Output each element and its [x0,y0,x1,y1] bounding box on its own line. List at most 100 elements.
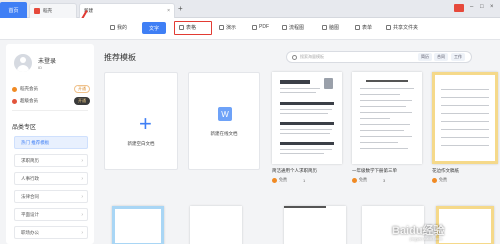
template-thumbnail[interactable] [284,206,346,244]
sidebar: 未登录 ID 稻壳会员 开通 超级会员 开通 品类专区 热门 推荐模板 求职简历… [6,44,94,244]
tool-doc-button[interactable]: 文字 [142,22,166,34]
sidebar-item-legal[interactable]: 法律合同 › [14,190,88,203]
folder-icon [386,25,391,30]
text-line [360,130,404,131]
title-line [366,80,408,82]
tool-share[interactable]: 共享文件夹 [386,24,418,31]
close-icon[interactable]: × [167,8,170,14]
tool-form[interactable]: 表单 [355,24,372,31]
resume-title-block [280,80,310,84]
search-chip[interactable]: 合同 [434,53,448,61]
tab-bar: 首页 稻壳 新建 × + – □ × [0,0,500,18]
add-tab-button[interactable]: + [178,4,183,13]
member-row-daoke: 稻壳会员 开通 [12,84,90,94]
sidebar-item-office[interactable]: 职场办公 › [14,226,88,239]
text-line [441,129,489,130]
new-online-doc-card[interactable]: W 新建在线文档 [188,72,260,170]
tool-flow-label: 流程图 [289,25,305,31]
user-name[interactable]: 未登录 [38,56,56,65]
sidebar-item-hr[interactable]: 人事行政 › [14,172,88,185]
text-line [280,88,320,89]
template-thumbnail[interactable] [112,206,164,244]
table-icon [179,25,184,30]
chevron-right-icon: › [81,212,83,218]
sidebar-item-label: 平面设计 [21,211,39,217]
daoke-icon [352,177,357,183]
sidebar-item-design[interactable]: 平面设计 › [14,208,88,221]
sidebar-item-label: 热门 推荐模板 [21,139,50,145]
member2-open-button[interactable]: 开通 [74,97,90,105]
form-icon [355,25,360,30]
text-line [360,88,414,89]
tool-table[interactable]: 表格 [179,24,196,31]
section-header-bar [280,142,334,145]
daoke-icon [272,177,277,183]
sidebar-item-resume[interactable]: 求职简历 › [14,154,88,167]
template-thumbnail[interactable] [432,72,498,164]
template-count: 1 [303,177,306,183]
search-chip[interactable]: 工作 [451,53,465,61]
new-blank-doc-card[interactable]: + 新建空白文档 [104,72,178,170]
section-header-bar [280,102,334,105]
template-tag: 免费 [279,177,287,182]
chevron-right-icon: › [81,176,83,182]
tab-docs-label: 稻壳 [43,8,52,13]
template-caption[interactable]: 花边作文稿纸 [432,168,459,174]
member1-open-button[interactable]: 开通 [74,85,90,93]
template-caption[interactable]: 一年级数学下册第三单 [352,168,397,174]
super-member-icon [12,98,17,104]
template-tag: 免费 [359,177,367,182]
tool-mine[interactable]: 我的 [110,24,127,31]
text-line [441,145,489,146]
chevron-right-icon: › [81,158,83,164]
template-tag: 免费 [439,177,447,182]
sidebar-item-label: 求职简历 [21,157,39,163]
chevron-right-icon: › [81,230,83,236]
maximize-icon[interactable]: □ [480,4,484,10]
chevron-right-icon: › [81,194,83,200]
tool-doc-label: 文字 [148,25,159,32]
present-icon [219,25,224,30]
tool-mind[interactable]: 脑图 [322,24,339,31]
template-caption[interactable]: 简洁通用个人求职简历 [272,168,317,174]
tool-flow[interactable]: 流程图 [282,24,304,31]
notification-icon[interactable] [454,4,464,12]
tool-pdf-label: PDF [259,24,269,30]
avatar[interactable] [14,54,32,72]
member2-label: 超级会员 [20,98,38,103]
new-doc-toolbar: 我的 文字 表格 演示 PDF 流程图 脑图 表单 共享文件夹 [0,18,500,40]
close-window-icon[interactable]: × [490,4,494,10]
template-thumbnail[interactable] [272,72,342,164]
tool-pdf[interactable]: PDF [252,24,269,30]
minimize-icon[interactable]: – [470,4,473,10]
flowchart-icon [282,25,287,30]
template-thumbnail[interactable] [352,72,422,164]
text-line [441,121,489,122]
template-thumbnail[interactable] [190,206,242,244]
text-line [441,113,489,114]
template-meta: 免费 1 [272,177,305,183]
text-line [360,112,412,113]
text-line [280,149,332,150]
tab-new[interactable]: 新建 × [79,3,175,18]
search-chip[interactable]: 简历 [418,53,432,61]
text-line [280,92,316,93]
tab-home[interactable]: 首页 [0,2,27,18]
baidu-watermark-url: jingyan.baidu.com [410,236,443,241]
tool-present[interactable]: 演示 [219,24,236,31]
page-title: 推荐模板 [104,53,136,62]
text-line [280,109,332,110]
search-placeholder: 搜索海量模板 [300,54,324,59]
text-line [280,153,324,154]
text-line [441,89,489,90]
sidebar-item-label: 职场办公 [21,229,39,235]
tab-docs[interactable]: 稻壳 [29,3,77,18]
sidebar-item-hot[interactable]: 热门 推荐模板 [14,136,88,149]
sidebar-item-label: 法律合同 [21,193,39,199]
text-line [280,133,330,134]
mindmap-icon [322,25,327,30]
user-id: ID [38,65,42,70]
text-line [441,97,489,98]
wps-doc-icon: W [218,107,232,121]
text-line [280,113,328,114]
